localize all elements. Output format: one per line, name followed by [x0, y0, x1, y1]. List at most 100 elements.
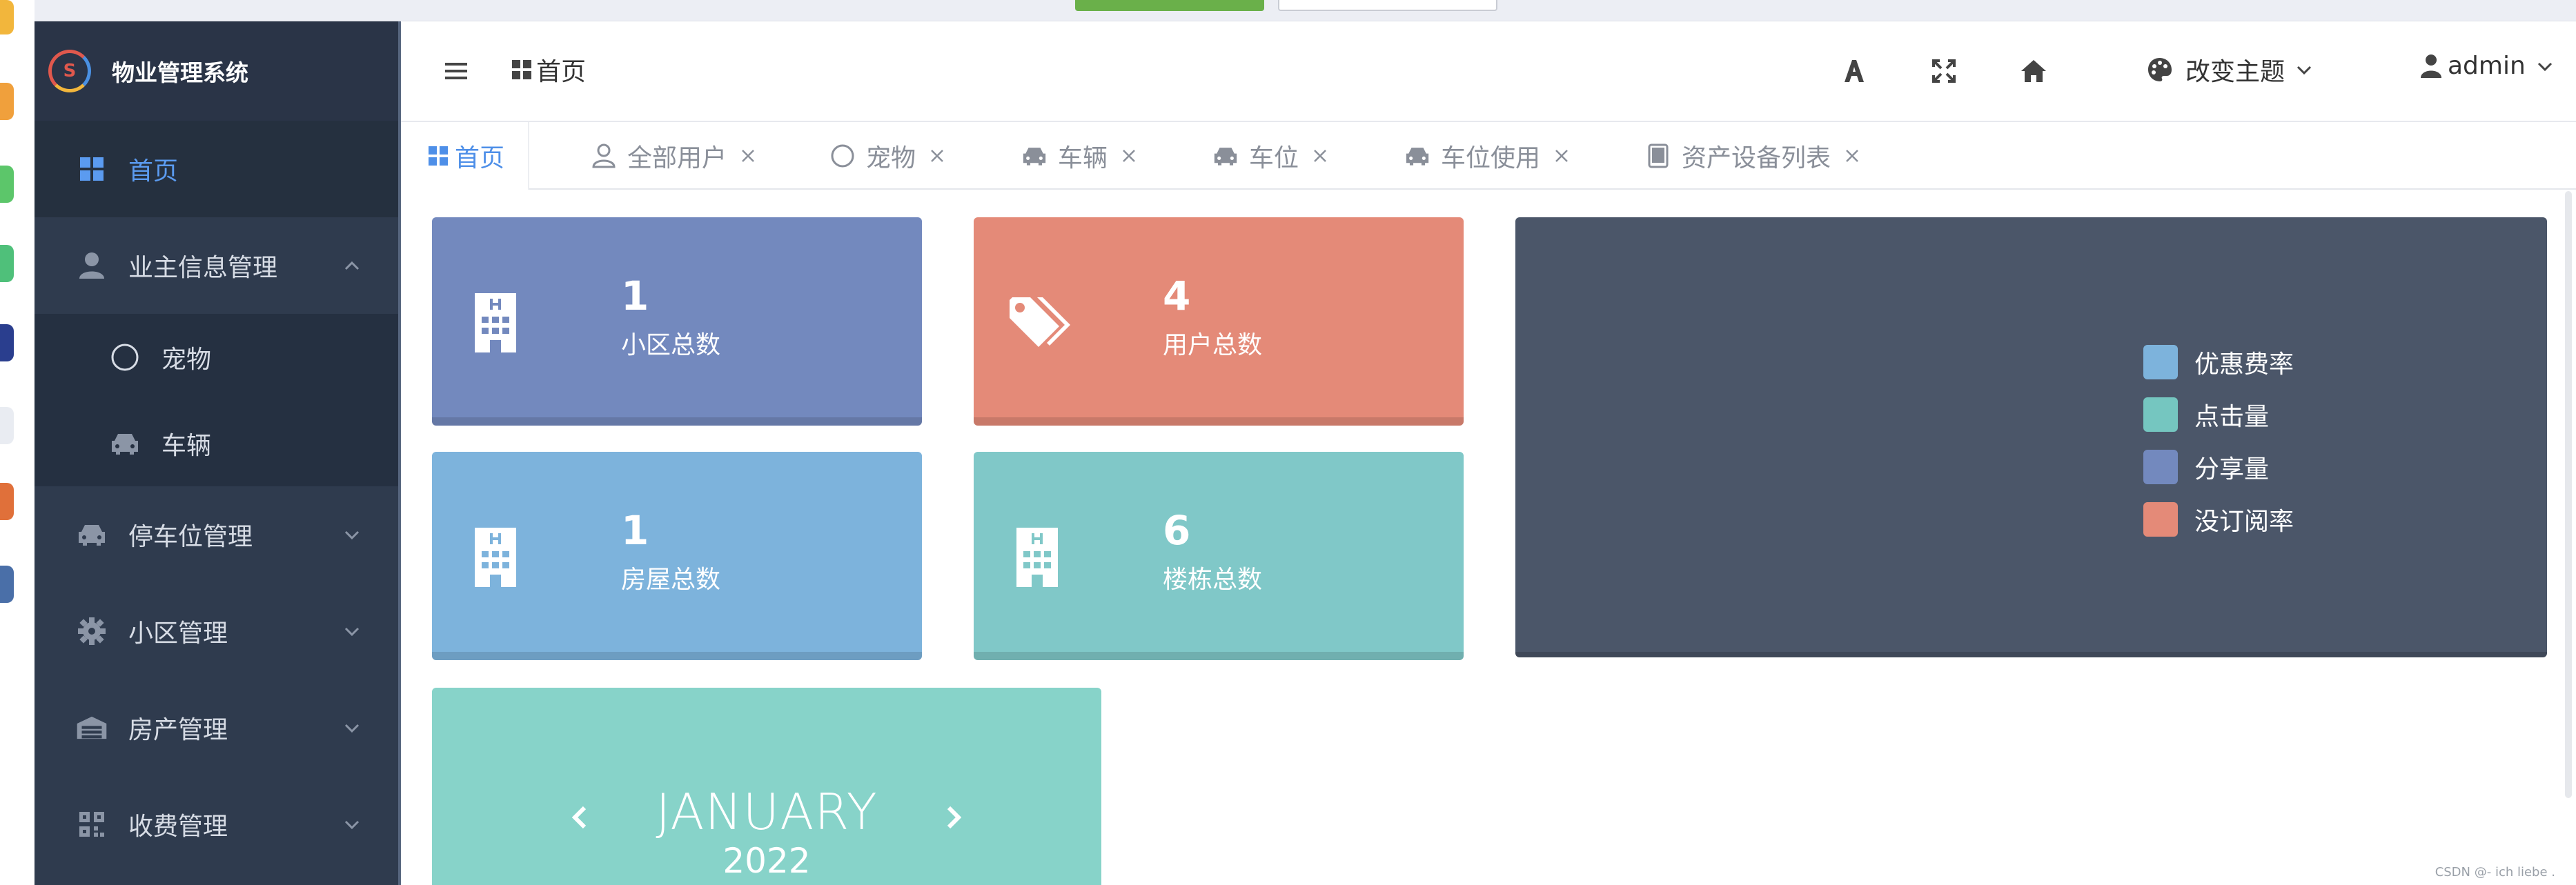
stat-card-community[interactable]: 1 小区总数: [432, 217, 922, 426]
car-icon: [1212, 142, 1239, 170]
sidebar-item-property[interactable]: 房产管理: [35, 679, 398, 776]
expand-icon: [1932, 59, 1956, 83]
stat-value: 1: [621, 272, 649, 319]
calendar-widget: JANUARY 2022: [432, 688, 1101, 885]
app-logo-icon: S: [48, 50, 91, 92]
tab-label: 全部用户: [627, 144, 727, 172]
sidebar-item-label: 停车位管理: [128, 523, 253, 551]
font-icon: [1845, 60, 1864, 82]
legend-label: 分享量: [2194, 455, 2270, 484]
chevron-down-icon: [2537, 62, 2552, 71]
calendar-year: 2022: [722, 841, 811, 881]
user-outline-icon: [590, 142, 618, 170]
close-icon[interactable]: [1845, 148, 1860, 163]
stat-label: 用户总数: [1163, 331, 1263, 359]
chevron-down-icon: [344, 724, 360, 733]
stat-card-houses[interactable]: 1 房屋总数: [432, 452, 922, 660]
tab-all-users[interactable]: 全部用户: [567, 122, 779, 190]
car-icon: [1021, 142, 1048, 170]
building-icon: [1016, 528, 1058, 587]
legend-swatch: [2143, 502, 2178, 537]
stat-value: 4: [1163, 272, 1191, 319]
sidebar-item-label: 首页: [128, 157, 179, 186]
close-icon[interactable]: [1554, 148, 1569, 163]
legend-label: 没订阅率: [2194, 508, 2294, 536]
tab-home[interactable]: 首页: [401, 122, 530, 190]
close-icon[interactable]: [740, 148, 756, 163]
content-scrollbar[interactable]: [2565, 191, 2572, 798]
strip-green-button[interactable]: [1075, 0, 1264, 11]
dashboard-content: 1 小区总数 4 用户总数 1 房屋总数 6 楼栋总数 优惠费率 点击量 分享量…: [401, 191, 2576, 885]
tab-label: 车辆: [1058, 144, 1108, 172]
dock-app-icon[interactable]: [0, 566, 14, 603]
sidebar-item-home[interactable]: 首页: [35, 121, 398, 217]
sidebar-subitem-pet[interactable]: 宠物: [35, 314, 398, 400]
tab-label: 资产设备列表: [1682, 144, 1831, 172]
chart-legend: 优惠费率 点击量 分享量 没订阅率: [2143, 336, 2294, 546]
stat-label: 楼栋总数: [1163, 566, 1263, 594]
sidebar-item-label: 小区管理: [128, 619, 228, 648]
strip-white-button[interactable]: [1278, 0, 1497, 11]
dock-app-icon[interactable]: [0, 324, 14, 361]
page-title: 首页: [536, 58, 587, 86]
submenu-owner-info: 宠物 车辆: [35, 314, 398, 486]
breadcrumb: 首页: [511, 52, 586, 88]
tab-bar: 首页 全部用户 宠物 车辆 车位 车位使用 资产设备列表: [401, 122, 2576, 190]
tab-parking-space[interactable]: 车位: [1188, 122, 1351, 190]
legend-item[interactable]: 分享量: [2143, 441, 2294, 493]
stat-card-buildings[interactable]: 6 楼栋总数: [974, 452, 1464, 660]
sidebar-item-label: 房产管理: [128, 716, 228, 744]
tab-parking-usage[interactable]: 车位使用: [1380, 122, 1593, 190]
legend-item[interactable]: 点击量: [2143, 388, 2294, 441]
tab-label: 车位使用: [1441, 144, 1541, 172]
user-menu[interactable]: admin: [2420, 52, 2555, 80]
legend-item[interactable]: 没订阅率: [2143, 493, 2294, 546]
sidebar-item-label: 宠物: [161, 345, 212, 374]
desktop-dock: [0, 0, 35, 885]
qrcode-icon: [76, 808, 108, 840]
legend-item[interactable]: 优惠费率: [2143, 336, 2294, 388]
fullscreen-button[interactable]: [1926, 53, 1962, 89]
dock-app-icon[interactable]: [0, 245, 14, 282]
dock-app-icon[interactable]: [0, 483, 14, 520]
stat-card-users[interactable]: 4 用户总数: [974, 217, 1464, 426]
sidebar-item-owner-info[interactable]: 业主信息管理: [35, 217, 398, 314]
tab-label: 首页: [455, 144, 505, 172]
home-icon: [2021, 60, 2046, 82]
sidebar-subitem-vehicle[interactable]: 车辆: [35, 400, 398, 486]
close-icon[interactable]: [1312, 148, 1328, 163]
theme-menu-label: 改变主题: [2185, 58, 2285, 86]
circle-icon: [829, 142, 856, 170]
theme-menu[interactable]: 改变主题: [2147, 52, 2314, 88]
home-button[interactable]: [2016, 53, 2052, 89]
tablet-icon: [1644, 142, 1672, 170]
tab-vehicle[interactable]: 车辆: [997, 122, 1160, 190]
chevron-down-icon: [2297, 66, 2312, 75]
sidebar-item-community[interactable]: 小区管理: [35, 583, 398, 679]
dock-app-icon[interactable]: [0, 407, 14, 444]
dock-app-icon[interactable]: [0, 83, 14, 120]
tab-asset-devices[interactable]: 资产设备列表: [1621, 122, 1883, 190]
legend-label: 点击量: [2194, 403, 2270, 431]
gear-icon: [76, 615, 108, 647]
dock-app-icon[interactable]: [0, 0, 14, 34]
stat-label: 小区总数: [621, 331, 721, 359]
close-icon[interactable]: [1121, 148, 1137, 163]
user-icon: [76, 250, 108, 281]
user-menu-label: admin: [2448, 52, 2526, 80]
brand: S 物业管理系统: [35, 21, 398, 121]
hamburger-menu-icon[interactable]: [442, 57, 470, 85]
close-icon[interactable]: [930, 148, 945, 163]
tab-pet[interactable]: 宠物: [805, 122, 968, 190]
circle-icon: [109, 341, 141, 373]
sidebar-item-label: 收费管理: [128, 813, 228, 841]
sidebar-item-billing[interactable]: 收费管理: [35, 776, 398, 873]
chevron-right-icon[interactable]: [939, 804, 967, 831]
font-size-button[interactable]: [1836, 53, 1872, 89]
stat-label: 房屋总数: [621, 566, 721, 594]
dock-app-icon[interactable]: [0, 166, 14, 203]
tab-label: 车位: [1249, 144, 1299, 172]
legend-swatch: [2143, 397, 2178, 432]
sidebar-item-parking[interactable]: 停车位管理: [35, 486, 398, 583]
user-icon: [2421, 54, 2441, 78]
